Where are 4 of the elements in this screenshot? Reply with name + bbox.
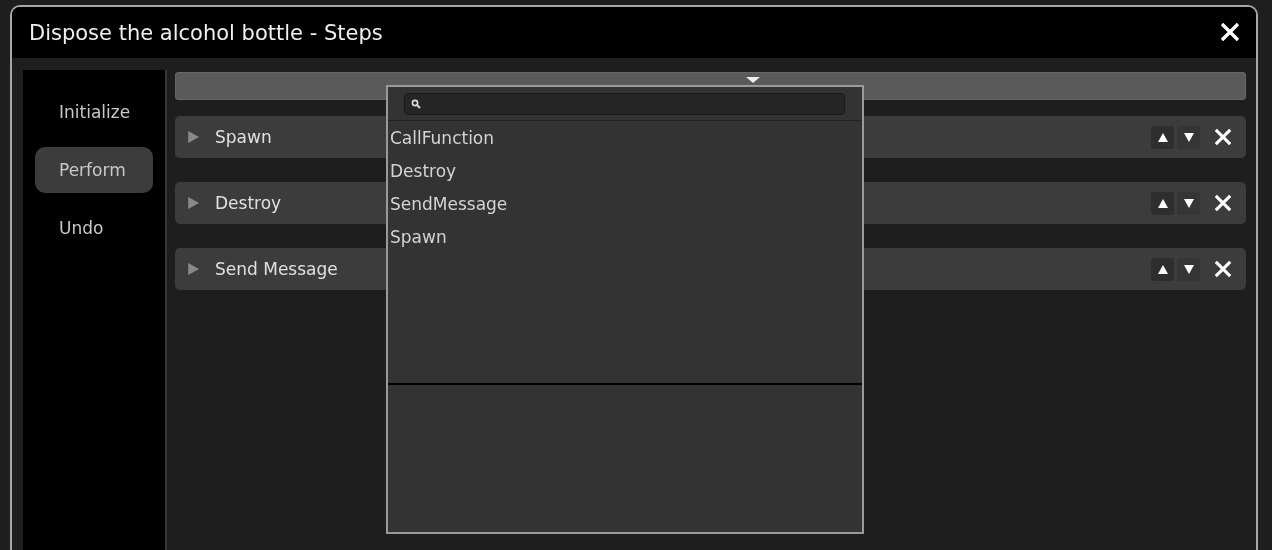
step-label: Destroy [215,193,282,213]
step-label: Send Message [215,259,338,279]
window-title: Dispose the alcohol bottle - Steps [29,20,383,45]
step-label: Spawn [215,127,272,147]
